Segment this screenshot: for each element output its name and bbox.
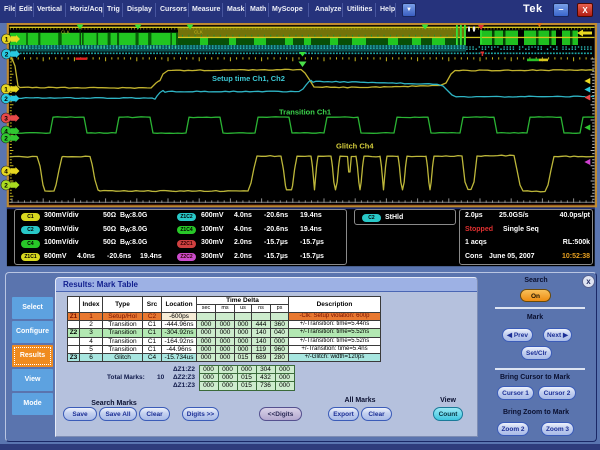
svg-text:3: 3: [4, 115, 8, 122]
svg-text:Transition Ch1: Transition Ch1: [279, 108, 331, 117]
svg-text:Setup time Ch1, Ch2: Setup time Ch1, Ch2: [212, 74, 285, 83]
svg-text:1: 1: [4, 86, 8, 93]
svg-text:2: 2: [4, 96, 8, 103]
svg-text:CLK: CLK: [194, 30, 203, 35]
svg-text:4: 4: [4, 168, 8, 175]
svg-text:2: 2: [4, 182, 8, 189]
svg-text:2: 2: [5, 51, 9, 58]
svg-text:CLK: CLK: [61, 30, 70, 35]
svg-text:1: 1: [5, 36, 9, 43]
svg-text:Glitch Ch4: Glitch Ch4: [336, 142, 374, 151]
svg-text:2: 2: [4, 135, 8, 142]
